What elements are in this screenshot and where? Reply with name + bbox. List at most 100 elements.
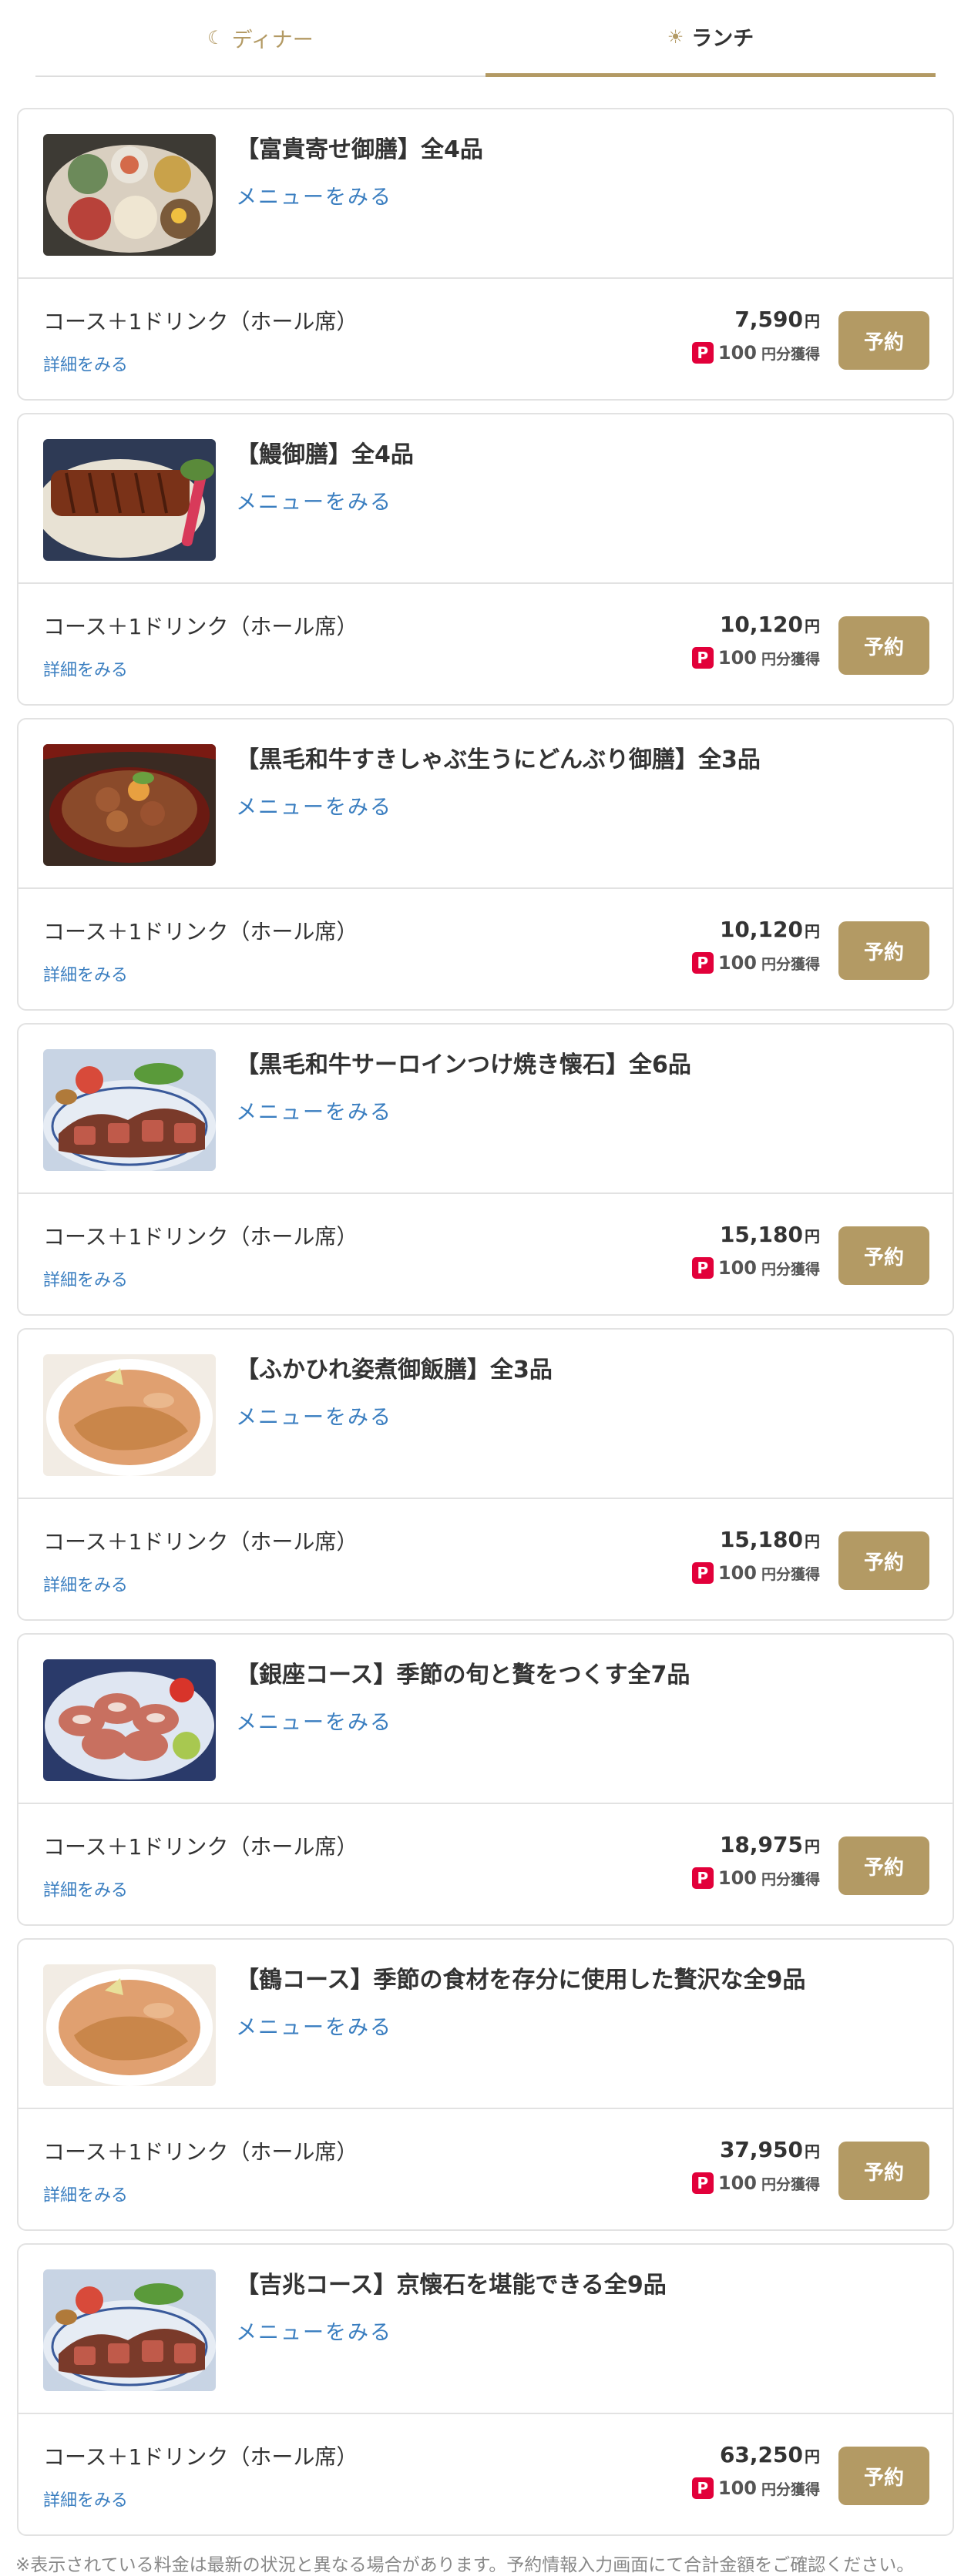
view-menu-link[interactable]: メニューをみる — [236, 1095, 392, 1125]
price-currency: 円 — [805, 312, 820, 330]
reserve-button[interactable]: 予約 — [838, 2142, 929, 2200]
tab-lunch-label: ランチ — [691, 27, 754, 51]
price-value: 15,180 — [719, 1527, 803, 1552]
paypay-icon: P — [691, 342, 714, 364]
points-earned: P 100 円分獲得 — [691, 1867, 820, 1889]
view-details-link[interactable]: 詳細をみる — [43, 2182, 128, 2206]
plan-name: コース＋1ドリンク（ホール席） — [43, 309, 358, 334]
view-menu-link[interactable]: メニューをみる — [236, 1400, 392, 1431]
reserve-button[interactable]: 予約 — [838, 1531, 929, 1590]
paypay-icon: P — [691, 952, 714, 974]
plan-name: コース＋1ドリンク（ホール席） — [43, 919, 358, 944]
view-menu-link[interactable]: メニューをみる — [236, 2011, 392, 2041]
price-currency: 円 — [805, 1227, 820, 1246]
view-details-link[interactable]: 詳細をみる — [43, 656, 128, 681]
price-currency: 円 — [805, 2447, 820, 2466]
points-earned: P 100 円分獲得 — [691, 2477, 820, 2499]
reserve-button[interactable]: 予約 — [838, 1836, 929, 1895]
reserve-button[interactable]: 予約 — [838, 311, 929, 370]
course-price: 37,950 円 — [720, 2137, 820, 2162]
course-price: 63,250 円 — [720, 2442, 820, 2467]
course-price: 10,120 円 — [720, 612, 820, 637]
course-price: 10,120 円 — [720, 917, 820, 942]
points-earned: P 100 円分獲得 — [691, 2172, 820, 2194]
points-earned: P 100 円分獲得 — [691, 342, 820, 364]
plan-name: コース＋1ドリンク（ホール席） — [43, 1834, 358, 1860]
points-value: 100 — [717, 342, 757, 364]
sirloin-steak-image[interactable] — [43, 2269, 216, 2391]
tab-lunch[interactable]: ☀ ランチ — [486, 0, 936, 77]
plan-name: コース＋1ドリンク（ホール席） — [43, 2444, 358, 2470]
view-details-link[interactable]: 詳細をみる — [43, 961, 128, 986]
points-earned: P 100 円分獲得 — [691, 1257, 820, 1279]
view-details-link[interactable]: 詳細をみる — [43, 1877, 128, 1901]
price-currency: 円 — [805, 1837, 820, 1856]
tab-dinner[interactable]: ☾ ディナー — [35, 0, 486, 77]
course-price: 7,590 円 — [734, 307, 820, 332]
shark-fin-soup-image[interactable] — [43, 1354, 216, 1476]
course-header: 【富貴寄せ御膳】全4品 メニューをみる — [18, 109, 953, 279]
price-value: 10,120 — [719, 917, 803, 942]
reserve-button[interactable]: 予約 — [838, 616, 929, 675]
course-header: 【ふかひれ姿煮御飯膳】全3品 メニューをみる — [18, 1330, 953, 1499]
course-card: 【黒毛和牛サーロインつけ焼き懐石】全6品 メニューをみる コース＋1ドリンク（ホ… — [17, 1023, 954, 1316]
view-menu-link[interactable]: メニューをみる — [236, 485, 392, 515]
sun-icon: ☀ — [667, 25, 684, 48]
reserve-button[interactable]: 予約 — [838, 921, 929, 980]
view-details-link[interactable]: 詳細をみる — [43, 351, 128, 376]
course-card: 【ふかひれ姿煮御飯膳】全3品 メニューをみる コース＋1ドリンク（ホール席） 詳… — [17, 1328, 954, 1621]
course-header: 【黒毛和牛すきしゃぶ生うにどんぶり御膳】全3品 メニューをみる — [18, 719, 953, 889]
course-header: 【銀座コース】季節の旬と贅をつくす全7品 メニューをみる — [18, 1635, 953, 1804]
paypay-icon: P — [691, 1257, 714, 1279]
points-unit: 円分獲得 — [761, 345, 820, 363]
course-title: 【鶴コース】季節の食材を存分に使用した贅沢な全9品 — [236, 1967, 806, 1994]
points-value: 100 — [717, 952, 757, 974]
view-menu-link[interactable]: メニューをみる — [236, 1706, 392, 1736]
points-unit: 円分獲得 — [761, 955, 820, 973]
price-currency: 円 — [805, 2142, 820, 2161]
plan-name: コース＋1ドリンク（ホール席） — [43, 1529, 358, 1555]
course-card: 【鰻御膳】全4品 メニューをみる コース＋1ドリンク（ホール席） 詳細をみる 1… — [17, 413, 954, 706]
grilled-eel-image[interactable] — [43, 439, 216, 561]
course-title: 【黒毛和牛すきしゃぶ生うにどんぶり御膳】全3品 — [236, 746, 761, 773]
course-header: 【黒毛和牛サーロインつけ焼き懐石】全6品 メニューをみる — [18, 1025, 953, 1194]
points-value: 100 — [717, 2172, 757, 2194]
view-menu-link[interactable]: メニューをみる — [236, 790, 392, 820]
shark-fin-soup-image[interactable] — [43, 1964, 216, 2086]
view-details-link[interactable]: 詳細をみる — [43, 1266, 128, 1291]
paypay-icon: P — [691, 1562, 714, 1584]
course-title: 【黒毛和牛サーロインつけ焼き懐石】全6品 — [236, 1052, 691, 1078]
course-title: 【吉兆コース】京懐石を堪能できる全9品 — [236, 2272, 667, 2299]
price-value: 37,950 — [719, 2137, 803, 2162]
price-currency: 円 — [805, 617, 820, 636]
view-menu-link[interactable]: メニューをみる — [236, 2316, 392, 2346]
price-currency: 円 — [805, 922, 820, 941]
points-unit: 円分獲得 — [761, 1260, 820, 1278]
meal-tabs: ☾ ディナー ☀ ランチ — [35, 0, 936, 77]
beef-donburi-image[interactable] — [43, 744, 216, 866]
course-title: 【銀座コース】季節の旬と贅をつくす全7品 — [236, 1662, 690, 1689]
bento-tray-image[interactable] — [43, 134, 216, 256]
points-value: 100 — [717, 647, 757, 669]
view-menu-link[interactable]: メニューをみる — [236, 180, 392, 210]
view-details-link[interactable]: 詳細をみる — [43, 2487, 128, 2511]
points-unit: 円分獲得 — [761, 1565, 820, 1583]
points-earned: P 100 円分獲得 — [691, 952, 820, 974]
reserve-button[interactable]: 予約 — [838, 2447, 929, 2505]
price-value: 10,120 — [719, 612, 803, 637]
points-unit: 円分獲得 — [761, 1870, 820, 1888]
plan-name: コース＋1ドリンク（ホール席） — [43, 2139, 358, 2165]
points-earned: P 100 円分獲得 — [691, 647, 820, 669]
course-card: 【銀座コース】季節の旬と贅をつくす全7品 メニューをみる コース＋1ドリンク（ホ… — [17, 1633, 954, 1926]
course-card: 【鶴コース】季節の食材を存分に使用した贅沢な全9品 メニューをみる コース＋1ド… — [17, 1938, 954, 2231]
beef-rolls-image[interactable] — [43, 1659, 216, 1781]
sirloin-steak-image[interactable] — [43, 1049, 216, 1171]
plan-name: コース＋1ドリンク（ホール席） — [43, 1224, 358, 1249]
course-title: 【ふかひれ姿煮御飯膳】全3品 — [236, 1357, 553, 1384]
points-unit: 円分獲得 — [761, 650, 820, 668]
course-card: 【富貴寄せ御膳】全4品 メニューをみる コース＋1ドリンク（ホール席） 詳細をみ… — [17, 108, 954, 401]
course-list: 【富貴寄せ御膳】全4品 メニューをみる コース＋1ドリンク（ホール席） 詳細をみ… — [17, 108, 954, 2548]
points-value: 100 — [717, 1257, 757, 1279]
reserve-button[interactable]: 予約 — [838, 1226, 929, 1285]
view-details-link[interactable]: 詳細をみる — [43, 1571, 128, 1596]
